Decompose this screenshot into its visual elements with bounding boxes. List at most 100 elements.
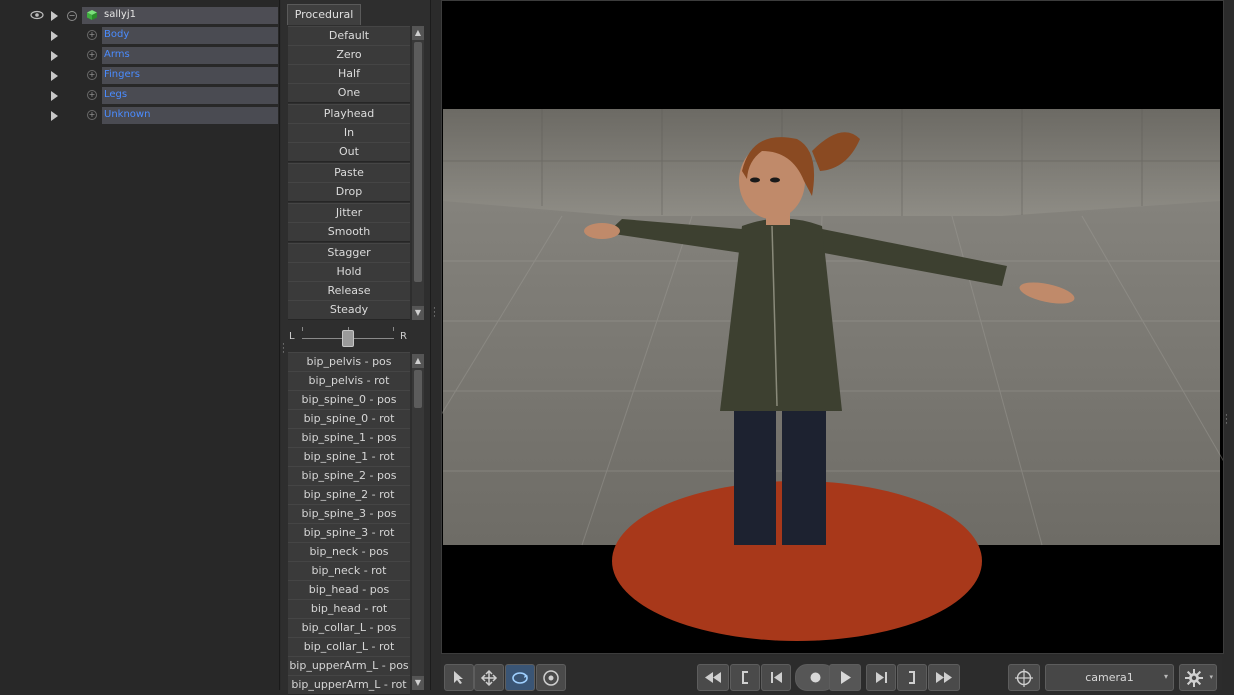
- bone-channel-item[interactable]: bip_neck - rot: [288, 561, 410, 581]
- default-button[interactable]: Default: [288, 26, 410, 46]
- bone-list-scrollbar[interactable]: ▲ ▼: [412, 354, 424, 690]
- half-button[interactable]: Half: [288, 64, 410, 84]
- tree-root-row[interactable]: − sallyj1: [0, 6, 279, 25]
- mark-out-button[interactable]: [897, 664, 927, 691]
- target-button[interactable]: [1008, 664, 1040, 691]
- bone-channel-item[interactable]: bip_head - rot: [288, 599, 410, 619]
- expand-plus-icon[interactable]: +: [87, 70, 97, 80]
- move-icon: [480, 669, 498, 687]
- tree-group-body[interactable]: + Body: [0, 26, 279, 45]
- step-back-button[interactable]: [761, 664, 791, 691]
- play-icon: [841, 671, 851, 684]
- fast-forward-button[interactable]: [928, 664, 960, 691]
- expand-plus-icon[interactable]: +: [87, 50, 97, 60]
- bone-channel-item[interactable]: bip_spine_1 - pos: [288, 428, 410, 448]
- out-button[interactable]: Out: [288, 142, 410, 162]
- bone-channel-item[interactable]: bip_spine_3 - pos: [288, 504, 410, 524]
- jitter-button[interactable]: Jitter: [288, 203, 410, 223]
- expand-arrow-icon[interactable]: [51, 11, 58, 21]
- expand-plus-icon[interactable]: +: [87, 90, 97, 100]
- expand-arrow-icon[interactable]: [51, 71, 58, 81]
- release-button[interactable]: Release: [288, 281, 410, 301]
- splitter-handle[interactable]: · · ·: [282, 341, 285, 358]
- tree-group-label[interactable]: Fingers: [104, 69, 140, 80]
- mark-in-button[interactable]: [730, 664, 760, 691]
- tree-group-arms[interactable]: + Arms: [0, 46, 279, 65]
- tree-group-unknown[interactable]: + Unknown: [0, 106, 279, 125]
- mark-in-icon: [742, 671, 748, 684]
- gear-icon: [1185, 669, 1203, 687]
- select-icon: [454, 671, 463, 684]
- slider-tick: [302, 327, 303, 331]
- playhead-button[interactable]: Playhead: [288, 104, 410, 124]
- bone-channel-item[interactable]: bip_pelvis - rot: [288, 371, 410, 391]
- bone-channel-item[interactable]: bip_upperArm_L - rot: [288, 675, 410, 695]
- collapse-icon[interactable]: −: [67, 11, 77, 21]
- drop-button[interactable]: Drop: [288, 182, 410, 202]
- stagger-button[interactable]: Stagger: [288, 243, 410, 263]
- step-back-icon: [771, 672, 782, 683]
- in-button[interactable]: In: [288, 123, 410, 143]
- play-button[interactable]: [829, 664, 861, 691]
- scroll-up-icon[interactable]: ▲: [412, 26, 424, 40]
- steady-button[interactable]: Steady: [288, 300, 410, 320]
- tree-group-label[interactable]: Unknown: [104, 109, 150, 120]
- scroll-down-icon[interactable]: ▼: [412, 676, 424, 690]
- camera-select[interactable]: camera1 ▾: [1045, 664, 1174, 691]
- one-button[interactable]: One: [288, 83, 410, 103]
- scroll-thumb[interactable]: [414, 370, 422, 408]
- tab-procedural[interactable]: Procedural: [287, 4, 361, 25]
- bone-channel-item[interactable]: bip_spine_2 - pos: [288, 466, 410, 486]
- bone-channel-item[interactable]: bip_spine_3 - rot: [288, 523, 410, 543]
- bone-channel-item[interactable]: bip_upperArm_L - pos: [288, 656, 410, 676]
- bone-channel-item[interactable]: bip_spine_0 - pos: [288, 390, 410, 410]
- tree-group-legs[interactable]: + Legs: [0, 86, 279, 105]
- expand-arrow-icon[interactable]: [51, 111, 58, 121]
- expand-arrow-icon[interactable]: [51, 31, 58, 41]
- splitter-handle[interactable]: · · ·: [1225, 412, 1228, 429]
- bone-channel-item[interactable]: bip_spine_1 - rot: [288, 447, 410, 467]
- rotate-tool-button[interactable]: [505, 664, 535, 691]
- bone-channel-item[interactable]: bip_collar_L - pos: [288, 618, 410, 638]
- move-tool-button[interactable]: [474, 664, 504, 691]
- expand-plus-icon[interactable]: +: [87, 30, 97, 40]
- scroll-down-icon[interactable]: ▼: [412, 306, 424, 320]
- tree-group-label[interactable]: Arms: [104, 49, 130, 60]
- chevron-down-icon: ▾: [1209, 673, 1213, 681]
- group-highlight: [102, 87, 278, 104]
- slider-left-label: L: [289, 331, 295, 342]
- bone-channel-item[interactable]: bip_head - pos: [288, 580, 410, 600]
- zero-button[interactable]: Zero: [288, 45, 410, 65]
- tree-group-label[interactable]: Legs: [104, 89, 127, 100]
- 3d-viewport[interactable]: [361, 0, 1234, 654]
- bone-channel-item[interactable]: bip_pelvis - pos: [288, 352, 410, 372]
- bone-channel-item[interactable]: bip_neck - pos: [288, 542, 410, 562]
- bone-channel-item[interactable]: bip_spine_0 - rot: [288, 409, 410, 429]
- expand-plus-icon[interactable]: +: [87, 110, 97, 120]
- paste-button[interactable]: Paste: [288, 163, 410, 183]
- slider-thumb[interactable]: [342, 330, 354, 347]
- scroll-up-icon[interactable]: ▲: [412, 354, 424, 368]
- scroll-thumb[interactable]: [414, 42, 422, 282]
- slider-tick: [393, 327, 394, 331]
- tree-group-fingers[interactable]: + Fingers: [0, 66, 279, 85]
- expand-arrow-icon[interactable]: [51, 91, 58, 101]
- smooth-button[interactable]: Smooth: [288, 222, 410, 242]
- chevron-down-icon: ▾: [1163, 672, 1168, 681]
- procedural-scrollbar[interactable]: ▲ ▼: [412, 26, 424, 320]
- splitter-handle[interactable]: · · ·: [433, 305, 436, 322]
- step-forward-button[interactable]: [866, 664, 896, 691]
- select-tool-button[interactable]: [444, 664, 474, 691]
- settings-button[interactable]: ▾: [1179, 664, 1217, 691]
- camera-select-value: camera1: [1085, 671, 1134, 684]
- bone-channel-item[interactable]: bip_collar_L - rot: [288, 637, 410, 657]
- expand-arrow-icon[interactable]: [51, 51, 58, 61]
- bone-channel-item[interactable]: bip_spine_2 - rot: [288, 485, 410, 505]
- eye-icon[interactable]: [30, 10, 44, 20]
- viewport-scene[interactable]: [361, 1, 1234, 653]
- rewind-button[interactable]: [697, 664, 729, 691]
- hold-button[interactable]: Hold: [288, 262, 410, 282]
- orbit-tool-button[interactable]: [536, 664, 566, 691]
- fast-forward-icon: [936, 672, 952, 683]
- tree-group-label[interactable]: Body: [104, 29, 129, 40]
